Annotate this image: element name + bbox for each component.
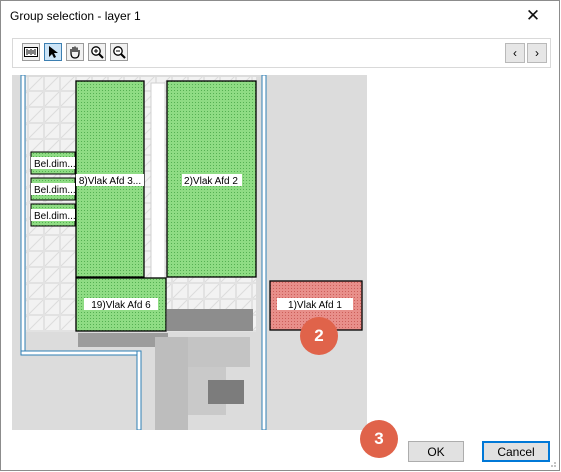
callout-badge: 3: [360, 420, 398, 458]
cancel-button[interactable]: Cancel: [482, 441, 550, 462]
scale-icon[interactable]: [22, 43, 40, 61]
group-selection-dialog: Group selection - layer 1 ✕ ‹ › 8)Vlak A…: [0, 0, 560, 471]
floor-plan: 8)Vlak Afd 3... 2)Vlak Afd 2 19)Vlak Afd…: [20, 75, 367, 430]
wall-stub: [136, 350, 142, 430]
area-label: 19)Vlak Afd 6: [91, 300, 151, 311]
area-vlak-afd-3[interactable]: 8)Vlak Afd 3...: [75, 80, 145, 278]
column-strip: [150, 82, 166, 279]
dim-box[interactable]: Bel.dim...: [30, 177, 76, 201]
block: [188, 337, 250, 367]
window-title: Group selection - layer 1: [10, 9, 141, 23]
close-icon[interactable]: ✕: [513, 3, 553, 29]
area-vlak-afd-6[interactable]: 19)Vlak Afd 6: [75, 277, 167, 332]
hand-pan-icon[interactable]: [66, 43, 84, 61]
dim-label: Bel.dim...: [34, 159, 76, 170]
outside-area: [270, 75, 367, 430]
dim-box[interactable]: Bel.dim...: [30, 151, 76, 175]
area-vlak-afd-2[interactable]: 2)Vlak Afd 2: [166, 80, 257, 278]
block: [167, 309, 253, 331]
next-icon[interactable]: ›: [527, 43, 547, 63]
dim-box[interactable]: Bel.dim...: [30, 203, 76, 227]
ok-button[interactable]: OK: [408, 441, 464, 462]
wall-bottom-left: [20, 350, 142, 356]
area-label: 1)Vlak Afd 1: [288, 300, 342, 311]
block: [208, 380, 244, 404]
callout-badge: 2: [300, 317, 338, 355]
block: [155, 337, 188, 430]
dim-label: Bel.dim...: [34, 185, 76, 196]
zoom-out-icon[interactable]: [110, 43, 128, 61]
wall-left: [20, 75, 26, 356]
pointer-icon[interactable]: [44, 43, 62, 61]
drawing-canvas[interactable]: 8)Vlak Afd 3... 2)Vlak Afd 2 19)Vlak Afd…: [12, 75, 367, 430]
zoom-in-icon[interactable]: [88, 43, 106, 61]
wall-right: [261, 75, 267, 430]
block: [78, 333, 168, 347]
area-label: 8)Vlak Afd 3...: [79, 176, 141, 187]
area-label: 2)Vlak Afd 2: [184, 176, 238, 187]
toolbar: ‹ ›: [12, 38, 551, 68]
previous-icon[interactable]: ‹: [505, 43, 525, 63]
dim-label: Bel.dim...: [34, 211, 76, 222]
resize-grip-icon[interactable]: [549, 460, 557, 468]
title-bar: Group selection - layer 1 ✕: [1, 1, 559, 31]
